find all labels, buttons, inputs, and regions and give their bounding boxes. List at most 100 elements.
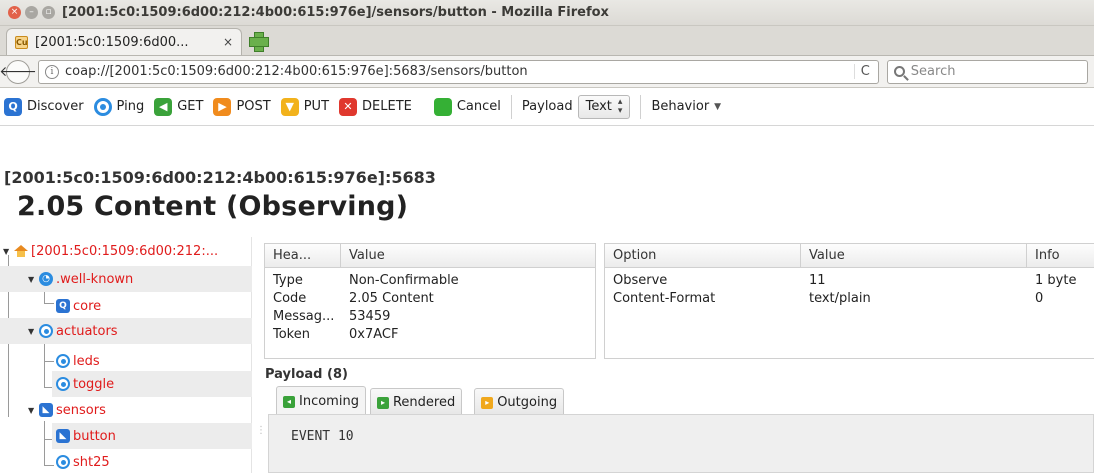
rss-feed-icon: ◣ [39, 403, 53, 417]
navigation-bar: 🡐 i coap://[2001:5c0:1509:6d00:212:4b00:… [0, 56, 1094, 88]
tree-node-button[interactable]: ◣ button [52, 423, 252, 449]
window-close-button[interactable]: × [8, 6, 21, 19]
header-value-cell: Non-Confirmable [349, 272, 459, 288]
tree-node-actuators[interactable]: ▼ actuators [0, 318, 252, 344]
url-bar[interactable]: i coap://[2001:5c0:1509:6d00:212:4b00:61… [38, 59, 879, 84]
select-updown-icon: ▴ ▾ [617, 96, 623, 116]
tree-node-sht25[interactable]: sht25 [56, 449, 110, 475]
behavior-label: Behavior [651, 99, 710, 114]
header-value-cell: 0x7ACF [349, 326, 399, 342]
tree-node-root[interactable]: ▼ [2001:5c0:1509:6d00:212:... [3, 242, 251, 260]
tab-rendered[interactable]: ▸ Rendered [369, 388, 463, 416]
discover-magnifier-icon: Q [4, 97, 22, 116]
header-name-cell: Type [273, 272, 303, 288]
site-info-icon[interactable]: i [45, 64, 59, 79]
tree-node-label: button [73, 428, 116, 444]
search-input[interactable]: Search [886, 59, 1088, 84]
put-button[interactable]: ▼ PUT [280, 97, 330, 116]
table-row: Type Non-Confirmable [265, 271, 595, 289]
delete-button[interactable]: ✕ DELETE [339, 97, 412, 116]
back-button[interactable]: 🡐 [0, 59, 37, 84]
options-table: Option Value Info Observe 11 1 byte Cont… [604, 243, 1094, 359]
toolbar-divider [510, 94, 512, 119]
reload-icon[interactable]: C [853, 64, 872, 79]
discover-button[interactable]: Q Discover [4, 97, 84, 116]
response-origin: [2001:5c0:1509:6d00:212:4b00:615:976e]:5… [4, 168, 436, 187]
table-row: Code 2.05 Content [265, 289, 595, 307]
tab-close-icon[interactable]: × [223, 35, 233, 49]
expand-triangle-icon[interactable]: ▼ [28, 327, 36, 336]
ping-button[interactable]: Ping [93, 97, 144, 116]
window-minimize-button[interactable]: – [25, 6, 38, 19]
expand-triangle-icon[interactable]: ▼ [3, 247, 11, 256]
copper-favicon-icon: Cu [15, 35, 28, 49]
column-header[interactable]: Value [341, 244, 595, 267]
expand-triangle-icon[interactable]: ▼ [28, 275, 36, 284]
payload-format-value: Text [585, 99, 612, 114]
new-tab-plus-icon[interactable] [248, 31, 269, 52]
header-value-cell: 2.05 Content [349, 290, 434, 306]
cancel-button[interactable]: Cancel [433, 97, 501, 116]
rendered-icon: ▸ [376, 396, 389, 409]
payload-format-group: Payload Text ▴ ▾ [521, 94, 631, 119]
window-controls: × – ▫ [8, 6, 62, 19]
post-arrow-right-icon: ▶ [213, 97, 232, 116]
home-icon [14, 245, 28, 257]
browser-tab[interactable]: Cu [2001:5c0:1509:6d00... × [6, 28, 242, 55]
option-value-cell: text/plain [809, 290, 871, 306]
tree-node-label: .well-known [56, 271, 134, 287]
tab-label: Outgoing [497, 395, 558, 410]
window-titlebar: × – ▫ [2001:5c0:1509:6d00:212:4b00:615:9… [0, 0, 1094, 26]
get-button[interactable]: ◀ GET [154, 97, 204, 116]
tab-label: Incoming [299, 394, 359, 409]
column-header[interactable]: Hea... [265, 244, 341, 267]
target-icon [56, 377, 70, 391]
header-name-cell: Code [273, 290, 307, 306]
copper-toolbar: Q Discover Ping ◀ GET ▶ POST ▼ PUT ✕ DEL… [0, 88, 1094, 126]
payload-text-area[interactable]: EVENT 10 [268, 414, 1094, 473]
option-info-cell: 1 byte [1035, 272, 1077, 288]
tree-node-label: leds [73, 353, 100, 369]
pane-splitter-handle[interactable]: ⋮ [256, 425, 266, 436]
delete-label: DELETE [362, 99, 412, 114]
tree-node-well-known[interactable]: ▼ ◔ .well-known [0, 266, 252, 292]
table-row: Messag... 53459 [265, 307, 595, 325]
chevron-down-icon: ▼ [714, 101, 722, 112]
behavior-menu[interactable]: Behavior ▼ [651, 99, 721, 114]
column-header[interactable]: Value [801, 244, 1027, 267]
put-arrow-down-icon: ▼ [280, 97, 299, 116]
discover-label: Discover [27, 99, 84, 114]
tree-node-toggle[interactable]: toggle [52, 371, 252, 397]
expand-triangle-icon[interactable]: ▼ [28, 406, 36, 415]
payload-format-label: Payload [521, 99, 573, 114]
table-row: Observe 11 1 byte [605, 271, 1094, 289]
tree-node-label: toggle [73, 376, 115, 392]
outgoing-icon: ▸ [481, 396, 494, 409]
tree-node-label: [2001:5c0:1509:6d00:212:... [31, 243, 219, 259]
search-placeholder: Search [910, 64, 956, 79]
option-name-cell: Observe [613, 272, 668, 288]
option-value-cell: 11 [809, 272, 826, 288]
header-table-head: Hea... Value [265, 244, 595, 268]
tree-node-core[interactable]: Q core [56, 293, 101, 319]
search-icon [893, 66, 905, 77]
tab-incoming[interactable]: ◂ Incoming [276, 386, 366, 416]
tab-strip: Cu [2001:5c0:1509:6d00... × [0, 26, 1094, 56]
url-text[interactable]: coap://[2001:5c0:1509:6d00:212:4b00:615:… [65, 64, 848, 79]
incoming-icon: ◂ [283, 395, 295, 408]
payload-format-select[interactable]: Text ▴ ▾ [577, 94, 631, 119]
payload-content: EVENT 10 [291, 429, 354, 444]
column-header[interactable]: Info [1027, 244, 1094, 267]
tab-label: [2001:5c0:1509:6d00... [35, 34, 189, 50]
option-info-cell: 0 [1035, 290, 1044, 306]
get-label: GET [177, 99, 204, 114]
window-maximize-button[interactable]: ▫ [42, 6, 55, 19]
post-button[interactable]: ▶ POST [213, 97, 271, 116]
put-label: PUT [303, 99, 330, 114]
column-header[interactable]: Option [605, 244, 801, 267]
option-name-cell: Content-Format [613, 290, 716, 306]
cancel-label: Cancel [456, 99, 501, 114]
ping-target-icon [93, 97, 112, 116]
tree-node-sensors[interactable]: ▼ ◣ sensors [28, 397, 106, 423]
tab-outgoing[interactable]: ▸ Outgoing [474, 388, 565, 416]
